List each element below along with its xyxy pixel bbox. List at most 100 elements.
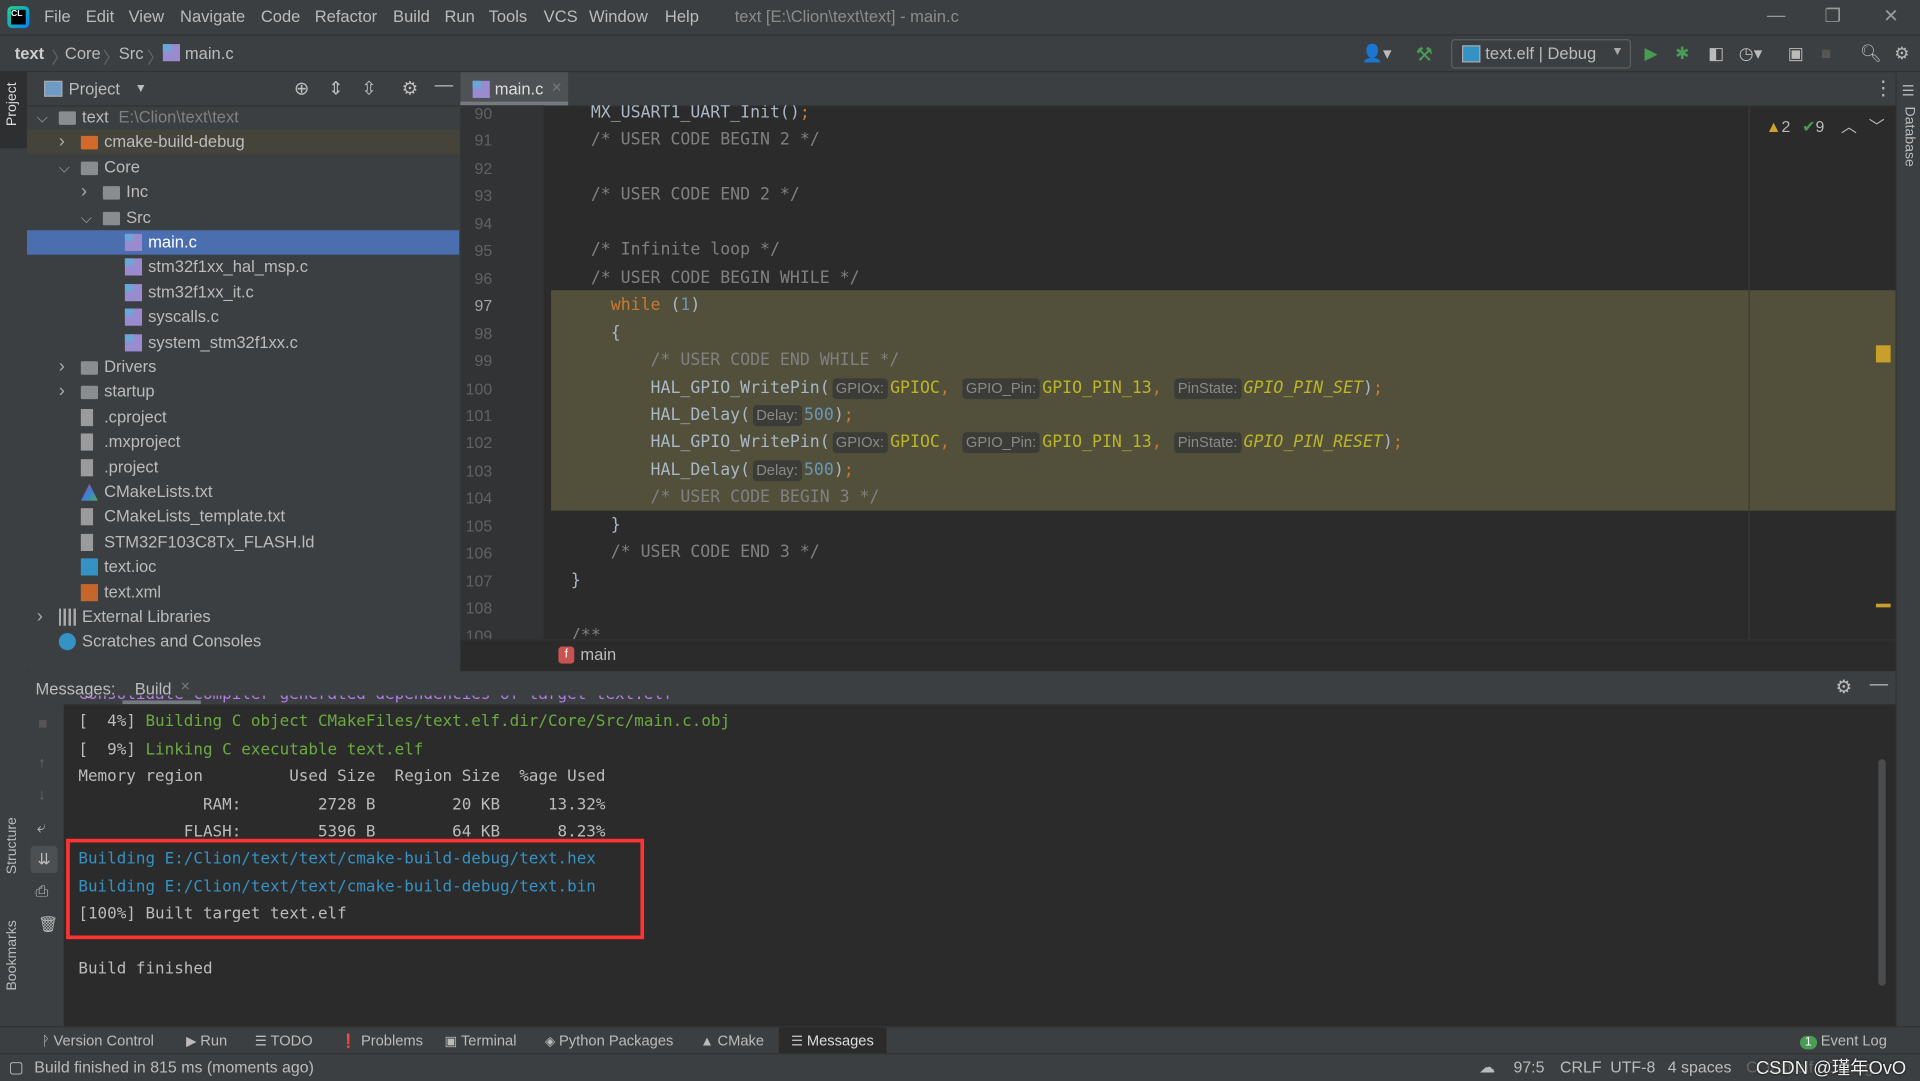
locate-icon[interactable]: ⊕ [294,77,309,99]
tree-item[interactable]: ⌵ Src [27,205,459,229]
chevron-right-icon[interactable]: › [81,180,93,204]
tree-item[interactable]: text.xml [27,580,459,604]
tree-item[interactable]: STM32F103C8Tx_FLASH.ld [27,530,459,554]
chevron-down-icon[interactable]: ▼ [135,82,147,95]
chevron-down-icon[interactable]: ⌵ [81,205,93,229]
profile-icon[interactable]: ◷▾ [1739,43,1763,64]
tool-window-messages[interactable]: ☰ Messages [778,1027,887,1055]
code-line[interactable]: /* USER CODE BEGIN 3 */ [551,484,880,511]
menu-build[interactable]: Build [393,7,430,25]
tree-item[interactable]: › cmake-build-debug [26,130,460,155]
search-icon[interactable]: 🔍︎ [1860,43,1882,64]
minimize-button[interactable]: — [1767,5,1785,26]
menu-view[interactable]: View [129,7,165,25]
tree-item[interactable]: ⌵ text E:\Clion\text\text [27,105,459,129]
ai-assistant-icon[interactable]: ☁ [1479,1058,1495,1078]
code-line[interactable]: } [551,512,621,539]
line-separator[interactable]: CRLF [1560,1058,1602,1076]
code-line[interactable]: /* USER CODE END WHILE */ [551,347,900,374]
tree-item[interactable]: CMakeLists.txt [27,480,459,504]
chevron-right-icon[interactable]: › [59,380,71,404]
code-line[interactable]: HAL_Delay(Delay: 500); [551,457,854,484]
indent-setting[interactable]: 4 spaces [1668,1058,1732,1076]
build-hammer-icon[interactable]: ⚒ [1416,43,1434,67]
file-encoding[interactable]: UTF-8 [1610,1058,1655,1076]
tree-item[interactable]: stm32f1xx_hal_msp.c [27,255,459,279]
tool-window-run[interactable]: ▶ Run [186,1032,227,1049]
project-view-select[interactable]: Project [69,80,120,98]
tool-window-python-packages[interactable]: ◈ Python Packages [545,1032,673,1049]
chevron-right-icon[interactable]: › [37,605,49,629]
menu-edit[interactable]: Edit [86,7,114,25]
code-line[interactable]: MX_USART1_UART_Init(); [551,105,810,126]
next-highlight-icon[interactable]: ﹀ [1869,118,1885,136]
event-log-button[interactable]: 1 Event Log [1800,1032,1887,1050]
chevron-down-icon[interactable]: ⌵ [37,105,49,129]
tool-window-cmake[interactable]: ▲ CMake [700,1032,764,1049]
gear-icon[interactable]: ⚙ [402,77,418,99]
restore-button[interactable]: ❐ [1824,5,1840,27]
code-line[interactable]: { [551,319,621,346]
menu-tools[interactable]: Tools [489,7,528,25]
menu-code[interactable]: Code [261,7,301,25]
code-line[interactable]: HAL_Delay(Delay: 500); [551,402,854,429]
tree-item[interactable]: system_stm32f1xx.c [27,330,459,354]
tree-item[interactable]: › External Libraries [27,605,459,629]
settings-gear-icon[interactable]: ⚙ [1894,43,1909,64]
code-line[interactable]: /** [551,621,601,639]
menu-vcs[interactable]: VCS [544,7,578,25]
tree-item[interactable]: syscalls.c [27,305,459,329]
close-button[interactable]: ✕ [1883,5,1898,27]
tree-item[interactable]: Scratches and Consoles [27,630,459,654]
breadcrumb-text[interactable]: text [15,44,44,62]
chevron-right-icon[interactable]: › [59,355,71,379]
code-area[interactable]: MX_USART1_UART_Init(); /* USER CODE BEGI… [460,105,1895,639]
code-line[interactable]: } [551,566,581,593]
menu-window[interactable]: Window [589,7,648,25]
tree-item[interactable]: .project [27,455,459,479]
tree-item[interactable]: text.ioc [27,555,459,579]
collapse-all-icon[interactable]: ⇳ [361,77,376,99]
debug-bug-icon[interactable]: ✱ [1675,43,1689,64]
tool-window-todo[interactable]: ☰ TODO [255,1032,313,1049]
tree-item[interactable]: .mxproject [27,430,459,454]
breadcrumb-src[interactable]: Src [119,44,144,62]
coverage-icon[interactable]: ◧ [1708,43,1724,64]
menu-run[interactable]: Run [444,7,474,25]
breadcrumb-main-c[interactable]: main.c [185,44,234,62]
previous-highlight-icon[interactable]: ︿ [1841,118,1857,136]
code-line[interactable]: while (1) [551,292,701,319]
code-line[interactable]: /* Infinite loop */ [551,237,780,264]
project-tool-button[interactable]: Project [5,82,20,126]
code-line[interactable]: HAL_GPIO_WritePin(GPIOx: GPIOC, GPIO_Pin:… [551,429,1403,456]
code-line[interactable]: /* USER CODE BEGIN WHILE */ [551,264,860,291]
tool-window-terminal[interactable]: ▣ Terminal [444,1032,516,1049]
tool-window-problems[interactable]: ❗ Problems [340,1032,423,1049]
output-scrollbar[interactable] [1878,759,1886,986]
inspection-widget[interactable]: ▲2 ✔9 ︿ ﹀ [1766,114,1885,137]
tree-item[interactable]: › Drivers [27,355,459,379]
tool-window-version-control[interactable]: ᚹ Version Control [42,1032,154,1049]
breadcrumb-core[interactable]: Core [65,44,101,62]
close-tab-icon[interactable]: ✕ [180,681,190,694]
expand-all-icon[interactable]: ⇕ [328,77,343,99]
database-tool-button[interactable]: Database [1902,107,1917,167]
tree-item[interactable]: .cproject [27,405,459,429]
caret-position[interactable]: 97:5 [1513,1058,1544,1076]
bookmarks-tool-button[interactable]: Bookmarks [5,920,20,990]
tree-item[interactable]: › Inc [27,180,459,204]
menu-help[interactable]: Help [665,7,699,25]
chevron-right-icon[interactable]: › [59,130,71,154]
breadcrumb-function[interactable]: main [580,645,616,663]
menu-refactor[interactable]: Refactor [315,7,377,25]
hide-icon[interactable]: — [435,75,453,96]
code-line[interactable]: HAL_GPIO_WritePin(GPIOx: GPIOC, GPIO_Pin:… [551,374,1383,401]
run-configuration-select[interactable]: text.elf | Debug ▼ [1451,39,1632,69]
tree-item[interactable]: CMakeLists_template.txt [27,505,459,529]
more-options-icon[interactable]: ⋮ [1873,76,1893,100]
code-line[interactable]: /* USER CODE BEGIN 2 */ [551,127,820,154]
code-line[interactable]: /* USER CODE END 2 */ [551,182,800,209]
chevron-down-icon[interactable]: ⌵ [59,155,71,179]
menu-navigate[interactable]: Navigate [180,7,245,25]
run-icon[interactable]: ▶ [1644,43,1657,64]
